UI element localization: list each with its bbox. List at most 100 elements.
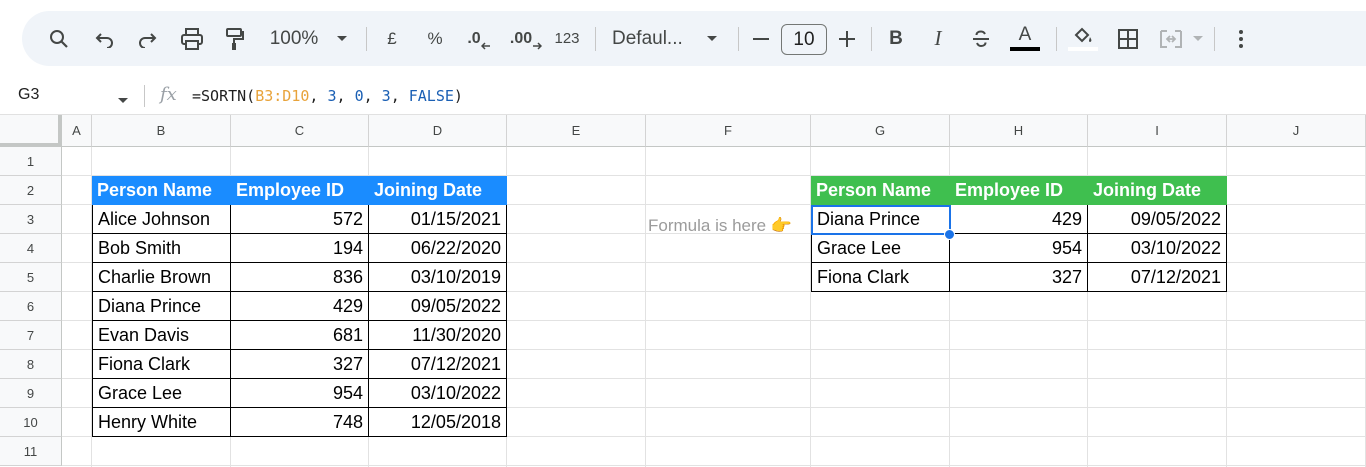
row-header-6[interactable]: 6 — [0, 292, 62, 321]
column-header-d[interactable]: D — [369, 115, 507, 147]
row-header-7[interactable]: 7 — [0, 321, 62, 350]
source-table-cell[interactable]: 01/15/2021 — [369, 205, 507, 234]
result-table-cell[interactable]: 327 — [950, 263, 1088, 292]
column-header-c[interactable]: C — [231, 115, 369, 147]
row-header-1[interactable]: 1 — [0, 147, 62, 176]
source-table-cell[interactable]: Fiona Clark — [92, 350, 231, 379]
arrow-left-icon — [480, 41, 490, 50]
result-table-cell[interactable]: Fiona Clark — [811, 263, 950, 292]
undo-icon[interactable] — [90, 11, 120, 66]
font-select[interactable]: Defaul... — [612, 11, 692, 66]
source-table-cell[interactable]: Evan Davis — [92, 321, 231, 350]
result-table-header[interactable]: Joining Date — [1088, 176, 1227, 205]
result-table-cell[interactable]: 09/05/2022 — [1088, 205, 1227, 234]
decrease-decimal-button[interactable]: .0 — [462, 11, 496, 66]
strikethrough-icon[interactable] — [968, 11, 994, 66]
result-table-cell[interactable]: Diana Prince — [811, 205, 950, 234]
row-header-8[interactable]: 8 — [0, 350, 62, 379]
merge-dropdown-icon[interactable] — [1190, 11, 1206, 66]
text-color-button[interactable]: A — [1010, 11, 1040, 66]
print-icon[interactable] — [176, 11, 208, 66]
source-table-cell[interactable]: Alice Johnson — [92, 205, 231, 234]
spreadsheet-grid[interactable]: A B C D E F G H I J 1 2 3 4 5 6 7 8 9 10 11 Person Name Employ… — [0, 115, 1366, 467]
source-table-cell[interactable]: 194 — [231, 234, 369, 263]
source-table-cell[interactable]: 03/10/2022 — [369, 379, 507, 408]
source-table-cell[interactable]: 12/05/2018 — [369, 408, 507, 437]
merge-cells-icon[interactable] — [1156, 11, 1186, 66]
source-table-cell[interactable]: Bob Smith — [92, 234, 231, 263]
source-table-cell[interactable]: 06/22/2020 — [369, 234, 507, 263]
row-header-4[interactable]: 4 — [0, 234, 62, 263]
source-table-cell[interactable]: Grace Lee — [92, 379, 231, 408]
result-table-cell[interactable]: 03/10/2022 — [1088, 234, 1227, 263]
row-header-2[interactable]: 2 — [0, 176, 62, 205]
name-box-dropdown-icon[interactable] — [117, 92, 129, 110]
search-icon[interactable] — [44, 11, 74, 66]
result-table-header[interactable]: Employee ID — [950, 176, 1088, 205]
source-table-cell[interactable]: Diana Prince — [92, 292, 231, 321]
source-table-cell[interactable]: 09/05/2022 — [369, 292, 507, 321]
column-header-a[interactable]: A — [62, 115, 92, 147]
toolbar-divider — [1214, 27, 1215, 51]
column-header-f[interactable]: F — [646, 115, 811, 147]
result-table-cell[interactable]: 954 — [950, 234, 1088, 263]
source-table-cell[interactable]: 07/12/2021 — [369, 350, 507, 379]
column-header-i[interactable]: I — [1088, 115, 1227, 147]
formula-note[interactable]: Formula is here 👉 — [648, 211, 792, 240]
source-table-header[interactable]: Employee ID — [231, 176, 369, 205]
source-table-cell[interactable]: 327 — [231, 350, 369, 379]
formula-input[interactable]: =SORTN(B3:D10, 3, 0, 3, FALSE) — [192, 87, 463, 105]
source-table-cell[interactable]: Henry White — [92, 408, 231, 437]
borders-icon[interactable] — [1114, 11, 1142, 66]
fill-color-icon[interactable] — [1068, 11, 1098, 66]
toolbar-area: 100% £ % .0 .00 123 Defaul... 10 B I A — [0, 0, 1366, 78]
source-table-header[interactable]: Person Name — [92, 176, 231, 205]
result-table-cell[interactable]: Grace Lee — [811, 234, 950, 263]
column-header-b[interactable]: B — [92, 115, 231, 147]
font-size-input[interactable]: 10 — [781, 24, 827, 55]
result-table-cell[interactable]: 07/12/2021 — [1088, 263, 1227, 292]
bold-button[interactable]: B — [884, 11, 908, 66]
zoom-select[interactable]: 100% — [262, 11, 326, 66]
row-header-5[interactable]: 5 — [0, 263, 62, 292]
toolbar-divider — [1056, 27, 1057, 51]
source-table-cell[interactable]: 836 — [231, 263, 369, 292]
source-table-cell[interactable]: 681 — [231, 321, 369, 350]
toolbar-divider — [366, 27, 367, 51]
select-all-corner[interactable] — [0, 115, 62, 147]
row-header-3[interactable]: 3 — [0, 205, 62, 234]
source-table-cell[interactable]: 11/30/2020 — [369, 321, 507, 350]
more-formats-button[interactable]: 123 — [550, 11, 584, 66]
increase-font-size-icon[interactable] — [836, 11, 858, 66]
italic-button[interactable]: I — [926, 11, 950, 66]
currency-format-button[interactable]: £ — [380, 11, 404, 66]
source-table-cell[interactable]: 572 — [231, 205, 369, 234]
column-header-h[interactable]: H — [950, 115, 1088, 147]
source-table-cell[interactable]: 03/10/2019 — [369, 263, 507, 292]
formula-separator: , — [390, 87, 409, 105]
column-header-g[interactable]: G — [811, 115, 950, 147]
paint-format-icon[interactable] — [220, 11, 250, 66]
toolbar: 100% £ % .0 .00 123 Defaul... 10 B I A — [22, 11, 1366, 66]
more-options-icon[interactable] — [1230, 11, 1252, 66]
source-table-cell[interactable]: 748 — [231, 408, 369, 437]
decrease-font-size-icon[interactable] — [750, 11, 772, 66]
source-table-header[interactable]: Joining Date — [369, 176, 507, 205]
increase-decimal-button[interactable]: .00 — [506, 11, 546, 66]
name-box[interactable]: G3 — [18, 86, 39, 104]
zoom-dropdown-icon[interactable] — [332, 11, 352, 66]
column-header-e[interactable]: E — [507, 115, 646, 147]
percent-format-button[interactable]: % — [422, 11, 448, 66]
source-table-cell[interactable]: 429 — [231, 292, 369, 321]
result-table-header[interactable]: Person Name — [811, 176, 950, 205]
row-header-10[interactable]: 10 — [0, 408, 62, 437]
row-header-9[interactable]: 9 — [0, 379, 62, 408]
fill-handle[interactable] — [944, 229, 955, 240]
font-dropdown-icon[interactable] — [702, 11, 722, 66]
row-header-11[interactable]: 11 — [0, 437, 62, 466]
column-header-j[interactable]: J — [1227, 115, 1366, 147]
redo-icon[interactable] — [132, 11, 162, 66]
source-table-cell[interactable]: Charlie Brown — [92, 263, 231, 292]
result-table-cell[interactable]: 429 — [950, 205, 1088, 234]
source-table-cell[interactable]: 954 — [231, 379, 369, 408]
